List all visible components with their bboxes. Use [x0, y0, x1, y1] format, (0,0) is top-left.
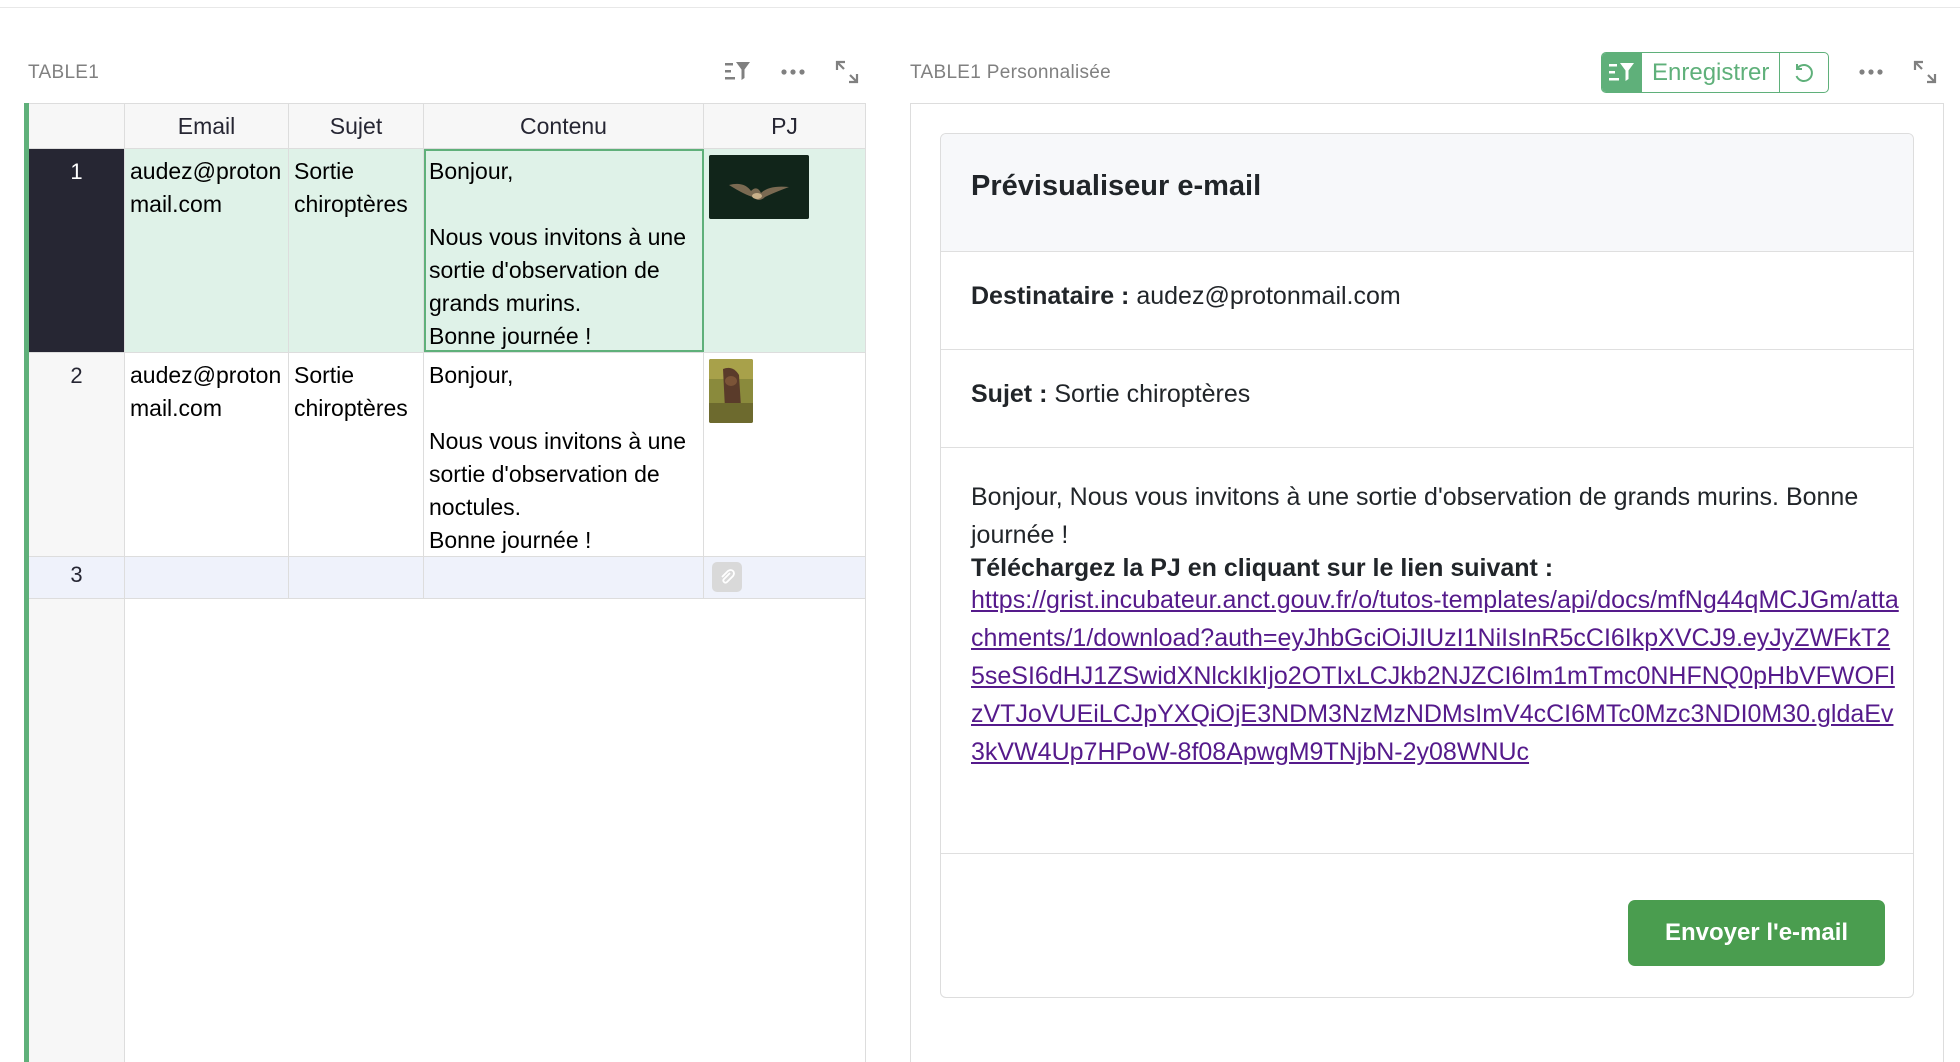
cell-email[interactable]: audez@protonmail.com [125, 353, 289, 556]
subject-value: Sortie chiroptères [1054, 380, 1251, 408]
more-options-icon[interactable] [1855, 56, 1887, 88]
cell-contenu-active[interactable]: Bonjour, Nous vous invitons à une sortie… [424, 149, 704, 352]
expand-icon[interactable] [1909, 56, 1941, 88]
table-row[interactable]: 1 audez@protonmail.com Sortie chiroptère… [29, 149, 866, 353]
recipient-value: audez@protonmail.com [1136, 282, 1401, 310]
cell-pj-empty[interactable] [704, 557, 866, 598]
column-header-pj[interactable]: PJ [704, 104, 866, 149]
cell-sujet-empty[interactable] [289, 557, 424, 598]
recipient-label: Destinataire : [971, 282, 1130, 310]
save-button[interactable]: Enregistrer [1642, 53, 1781, 92]
cell-email-empty[interactable] [125, 557, 289, 598]
cell-sujet[interactable]: Sortie chiroptères [289, 149, 424, 352]
card-header: Prévisualiseur e-mail [941, 134, 1913, 252]
table-row[interactable]: 2 audez@protonmail.com Sortie chiroptère… [29, 353, 866, 557]
cell-contenu[interactable]: Bonjour, Nous vous invitons à une sortie… [424, 353, 704, 556]
send-email-button[interactable]: Envoyer l'e-mail [1628, 900, 1885, 966]
more-options-icon[interactable] [777, 56, 809, 88]
email-preview-card: Prévisualiseur e-mail Destinataire : aud… [940, 133, 1914, 998]
top-divider [0, 7, 1960, 8]
recipient-section: Destinataire : audez@protonmail.com [941, 252, 1913, 350]
cell-pj[interactable] [704, 353, 866, 556]
body-section: Bonjour, Nous vous invitons à une sortie… [941, 448, 1913, 854]
email-body: Bonjour, Nous vous invitons à une sortie… [971, 483, 1859, 549]
bat-photo-thumbnail[interactable] [709, 359, 753, 423]
download-link[interactable]: https://grist.incubateur.anct.gouv.fr/o/… [971, 581, 1901, 771]
column-header-sujet[interactable]: Sujet [289, 104, 424, 149]
column-header-email[interactable]: Email [125, 104, 289, 149]
subject-line: Sujet : Sortie chiroptères [971, 380, 1250, 409]
revert-icon[interactable] [1780, 53, 1828, 92]
cell-contenu-empty[interactable] [424, 557, 704, 598]
expand-icon[interactable] [831, 56, 863, 88]
paperclip-icon[interactable] [712, 562, 742, 592]
row-number[interactable]: 1 [29, 149, 125, 352]
add-row[interactable]: 3 [29, 557, 866, 599]
column-header-row: Email Sujet Contenu PJ [29, 103, 866, 149]
recipient-line: Destinataire : audez@protonmail.com [971, 282, 1401, 311]
sort-filter-icon[interactable] [722, 56, 754, 88]
column-header-contenu[interactable]: Contenu [424, 104, 704, 149]
download-label: Téléchargez la PJ en cliquant sur le lie… [971, 554, 1554, 582]
corner-cell[interactable] [29, 104, 125, 149]
cell-pj[interactable] [704, 149, 866, 352]
section-title-table1[interactable]: TABLE1 [28, 62, 99, 84]
subject-label: Sujet : [971, 380, 1048, 408]
row-number[interactable]: 2 [29, 353, 125, 556]
cell-email[interactable]: audez@protonmail.com [125, 149, 289, 352]
bat-photo-thumbnail[interactable] [709, 155, 809, 219]
section-title-custom[interactable]: TABLE1 Personnalisée [910, 62, 1111, 84]
table1-grid: Email Sujet Contenu PJ 1 audez@protonmai… [24, 103, 866, 1062]
save-filter-bar: Enregistrer [1601, 52, 1830, 93]
cell-sujet[interactable]: Sortie chiroptères [289, 353, 424, 556]
subject-section: Sujet : Sortie chiroptères [941, 350, 1913, 448]
row-number[interactable]: 3 [29, 557, 125, 598]
preview-title: Prévisualiseur e-mail [971, 170, 1262, 202]
filter-icon[interactable] [1602, 53, 1642, 92]
